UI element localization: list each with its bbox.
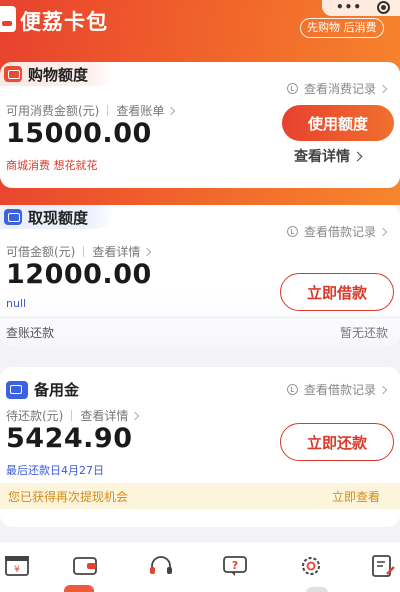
consumption-record-link[interactable]: 查看消费记录 (286, 80, 388, 97)
chevron-right-icon (378, 385, 388, 394)
divider (71, 410, 73, 421)
cash-sub-row: 可借金额(元) 查看详情 (6, 243, 152, 260)
reserve-sub-row: 待还款(元) 查看详情 (6, 407, 140, 424)
shopping-amount: 15000.00 (6, 118, 152, 149)
cash-card-icon (4, 209, 22, 225)
help-chat-icon[interactable]: ? (222, 554, 248, 578)
chevron-right-icon (352, 151, 363, 161)
cash-amount: 12000.00 (6, 259, 152, 290)
mini-program-capsule[interactable]: ••• (322, 0, 400, 16)
cash-detail-link[interactable]: 查看详情 (92, 243, 140, 260)
pending-repay-label: 待还款(元) (6, 409, 64, 423)
clock-icon (286, 384, 298, 395)
app-logo-icon (0, 6, 16, 32)
yuan-box-icon[interactable]: ¥ (4, 554, 30, 578)
wallet-icon[interactable] (72, 554, 98, 578)
borrowable-label: 可借金额(元) (6, 245, 76, 259)
chevron-right-icon (378, 227, 388, 236)
reserve-title: 备用金 (34, 381, 80, 399)
cash-quota-card: 取现额度 查看借款记录 可借金额(元) 查看详情 12000.00 null 立… (0, 205, 400, 347)
use-quota-button[interactable]: 使用额度 (282, 105, 394, 141)
bottom-tabbar: ¥ ? (0, 541, 400, 592)
notice-text: 您已获得再次提现机会 (8, 489, 129, 504)
reserve-detail-link[interactable]: 查看详情 (80, 407, 128, 424)
svg-text:?: ? (232, 559, 238, 572)
view-detail-link[interactable]: 查看详情 (294, 146, 363, 166)
shopping-sub-row: 可用消费金额(元) 查看账单 (6, 102, 176, 119)
chevron-right-icon (131, 411, 140, 420)
cash-tab-header: 取现额度 (0, 205, 115, 229)
chevron-right-icon (167, 106, 176, 115)
active-tab-indicator (64, 585, 94, 592)
document-edit-icon[interactable] (370, 554, 396, 578)
cash-note: null (6, 297, 27, 310)
view-bill-link[interactable]: 查看账单 (116, 102, 164, 119)
shopping-quota-card: 购物额度 查看消费记录 可用消费金额(元) 查看账单 15000.00 商城消费… (0, 62, 400, 188)
reserve-record-label: 查看借款记录 (303, 383, 376, 397)
view-detail-label: 查看详情 (294, 149, 350, 165)
check-repay-link[interactable]: 查账还款 (6, 324, 54, 341)
cash-tab-title: 取现额度 (28, 208, 89, 227)
divider (83, 246, 85, 257)
tab-indicator-secondary (306, 587, 328, 592)
promo-text: 商城消费 想花就花 (6, 159, 98, 172)
reserve-header: 备用金 (6, 379, 79, 400)
repayment-row[interactable]: 查账还款 暂无还款 (0, 317, 400, 347)
withdraw-notice-bar[interactable]: 您已获得再次提现机会 立即查看 (0, 483, 400, 509)
loan-record-link[interactable]: 查看借款记录 (286, 223, 388, 240)
reserve-loan-record-link[interactable]: 查看借款记录 (286, 381, 388, 398)
headset-icon[interactable] (148, 554, 174, 578)
borrow-now-button[interactable]: 立即借款 (280, 273, 394, 311)
slogan-badge: 先购物 后消费 (300, 18, 384, 38)
repay-now-button[interactable]: 立即还款 (280, 423, 394, 461)
more-icon[interactable]: ••• (336, 1, 362, 13)
notice-view-link[interactable]: 立即查看 (332, 488, 380, 505)
app-title: 便荔卡包 (20, 10, 108, 34)
gear-icon[interactable] (298, 554, 324, 578)
due-date-text: 最后还款日4月27日 (6, 464, 104, 477)
shopping-tab-title: 购物额度 (28, 65, 89, 84)
no-repayment-status: 暂无还款 (339, 326, 388, 340)
clock-icon (286, 226, 298, 237)
shopping-tab-header: 购物额度 (0, 62, 115, 86)
clock-icon (286, 83, 298, 94)
reserve-amount: 5424.90 (6, 423, 133, 454)
reserve-fund-icon (6, 380, 28, 399)
divider (107, 105, 109, 116)
svg-text:¥: ¥ (14, 565, 20, 575)
chevron-right-icon (378, 84, 388, 93)
available-label: 可用消费金额(元) (6, 104, 100, 118)
reserve-fund-card: 备用金 查看借款记录 待还款(元) 查看详情 5424.90 最后还款日4月27… (0, 367, 400, 527)
loan-record-label: 查看借款记录 (303, 225, 376, 239)
shopping-bag-icon (4, 66, 22, 82)
close-target-icon[interactable] (377, 1, 390, 14)
consumption-record-label: 查看消费记录 (303, 82, 376, 96)
chevron-right-icon (143, 247, 152, 256)
